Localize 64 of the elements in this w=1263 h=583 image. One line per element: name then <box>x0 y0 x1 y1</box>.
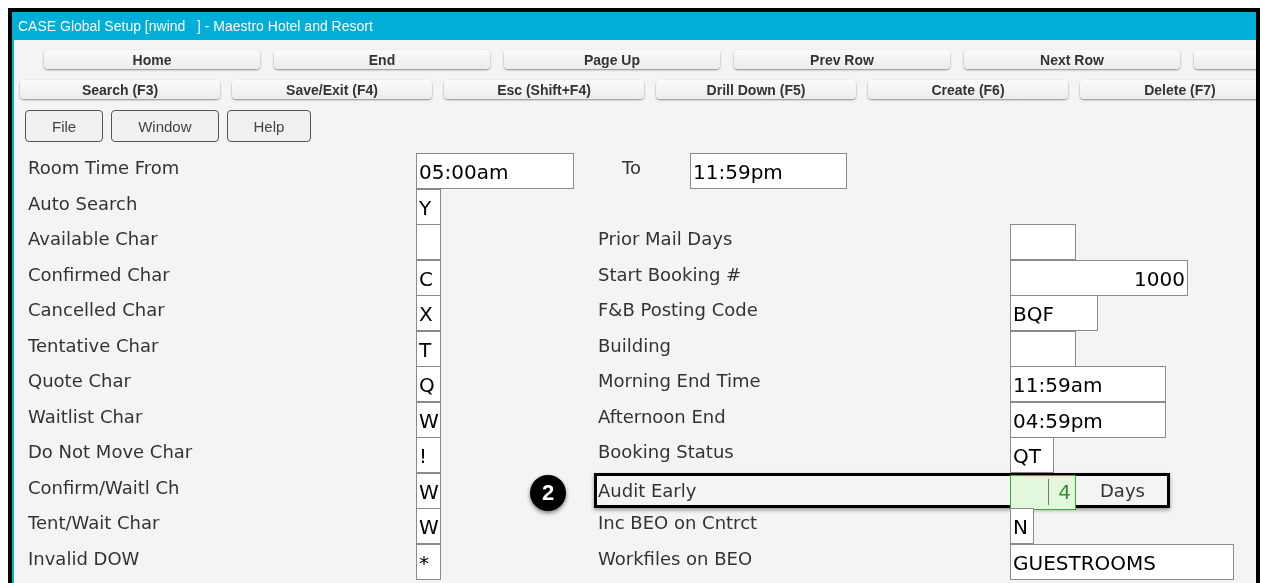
field-label: Building <box>598 333 673 356</box>
toolbar-button[interactable]: Home <box>44 50 260 69</box>
field-value: 4 <box>1057 480 1072 504</box>
input-field[interactable] <box>1010 224 1076 260</box>
field-label: Cancelled Char <box>27 298 166 320</box>
input-field[interactable]: T <box>416 330 441 367</box>
input-field[interactable]: Q <box>416 366 441 402</box>
field-label: Inc BEO on Cntrct <box>598 511 759 533</box>
field-label: Waitlist Char <box>27 404 144 427</box>
input-field[interactable]: N <box>1010 508 1034 544</box>
field-label: Confirm/Waitl Ch <box>27 475 181 498</box>
input-field[interactable]: 1000 <box>1010 259 1188 296</box>
toolbar-button[interactable]: Search (F3) <box>20 80 220 99</box>
input-field[interactable] <box>1010 330 1076 367</box>
input-field[interactable]: W <box>416 401 441 438</box>
input-field[interactable]: * <box>416 543 441 580</box>
toolbar-button[interactable]: End <box>274 50 490 69</box>
field-label: To <box>622 156 642 178</box>
input-field[interactable]: BQF <box>1010 295 1098 331</box>
toolbar-button[interactable]: Esc (Shift+F4) <box>444 80 644 99</box>
input-field[interactable]: QT <box>1010 437 1054 473</box>
input-field[interactable]: 04:59pm <box>1010 401 1166 438</box>
field-label: Audit Early <box>598 479 698 501</box>
input-field[interactable]: Y <box>416 188 441 225</box>
window-title: CASE Global Setup [nwind ] - Maestro Hotel and Resort <box>12 12 1256 40</box>
toolbar-button[interactable]: Prev Row <box>734 50 950 69</box>
menu-button[interactable]: Window <box>111 110 219 142</box>
toolbar-button[interactable]: Save/Exit (F4) <box>232 80 432 99</box>
toolbar-button[interactable]: Create (F6) <box>868 80 1068 99</box>
field-label: Confirmed Char <box>27 262 171 285</box>
days-field[interactable]: 4 <box>1010 474 1076 510</box>
field-label: Afternoon End <box>598 404 727 427</box>
field-label: Start Booking # <box>598 262 743 285</box>
field-label: Prior Mail Days <box>598 227 734 249</box>
step-badge: 2 <box>530 474 566 511</box>
toolbar-button[interactable]: Next Row <box>964 50 1180 69</box>
time-field[interactable]: 05:00am <box>416 153 574 189</box>
field-label: Available Char <box>27 227 159 249</box>
field-label: Invalid DOW <box>27 546 141 569</box>
toolbar-button[interactable]: Page Up <box>504 50 720 69</box>
field-label: Booking Status <box>598 440 735 462</box>
input-field[interactable] <box>416 224 441 260</box>
input-field[interactable]: W <box>416 508 441 544</box>
input-field[interactable]: C <box>416 259 441 296</box>
field-label: Room Time From <box>27 156 181 178</box>
field-label: F&B Posting Code <box>598 298 759 320</box>
field-label: Tentative Char <box>27 333 160 356</box>
unit-label: Days <box>1100 479 1145 501</box>
time-field[interactable]: 11:59pm <box>690 153 847 189</box>
input-field[interactable]: 11:59am <box>1010 366 1166 402</box>
menu-button[interactable]: Help <box>226 110 312 142</box>
field-label: Morning End Time <box>598 369 762 391</box>
input-field[interactable]: GUESTROOMS <box>1010 543 1234 580</box>
field-label: Auto Search <box>27 191 139 214</box>
field-label: Workfiles on BEO <box>598 546 754 569</box>
input-field[interactable]: X <box>416 295 441 331</box>
toolbar-button[interactable]: Drill Down (F5) <box>656 80 856 99</box>
input-field[interactable]: ! <box>416 437 441 473</box>
toolbar-button[interactable]: Delete (F7) <box>1080 80 1256 99</box>
menu-button[interactable]: File <box>25 110 104 142</box>
field-label: Tent/Wait Char <box>27 511 161 533</box>
input-field[interactable]: W <box>416 472 441 509</box>
field-label: Quote Char <box>27 369 132 391</box>
field-label: Do Not Move Char <box>27 440 194 462</box>
